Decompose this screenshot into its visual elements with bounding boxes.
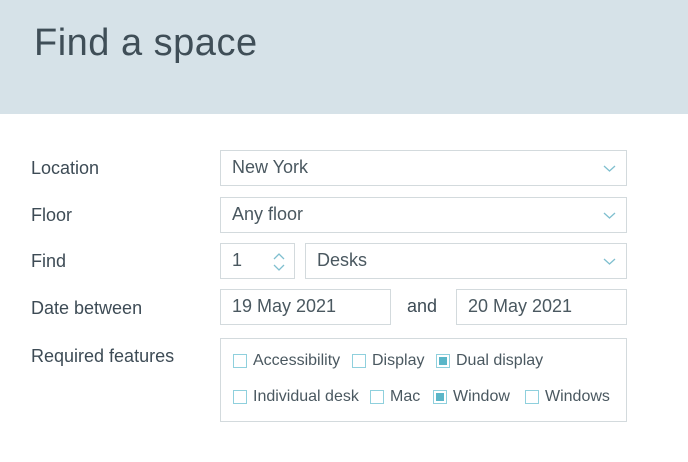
feature-dual-display[interactable]: Dual display — [436, 352, 543, 370]
find-label: Find — [31, 251, 67, 271]
quantity-value: 1 — [232, 250, 243, 270]
checkbox[interactable] — [436, 354, 450, 368]
feature-label: Display — [372, 352, 425, 369]
feature-label: Accessibility — [253, 352, 341, 369]
checkbox[interactable] — [370, 390, 384, 404]
stepper-arrows-icon[interactable] — [273, 250, 285, 274]
location-value: New York — [232, 157, 309, 177]
features-group: Accessibility Display Dual display Indiv… — [220, 338, 627, 422]
floor-select[interactable]: Any floor — [220, 197, 627, 233]
feature-accessibility[interactable]: Accessibility — [233, 352, 340, 370]
checkbox[interactable] — [233, 354, 247, 368]
start-date-value: 19 May 2021 — [232, 296, 337, 316]
feature-mac[interactable]: Mac — [370, 388, 420, 406]
checkbox[interactable] — [525, 390, 539, 404]
chevron-down-icon — [603, 258, 616, 265]
feature-windows[interactable]: Windows — [525, 388, 610, 406]
and-label: and — [407, 296, 438, 316]
chevron-down-icon — [603, 165, 616, 172]
feature-label: Windows — [545, 388, 610, 405]
date-between-label: Date between — [31, 298, 143, 318]
feature-individual-desk[interactable]: Individual desk — [233, 388, 359, 406]
location-select[interactable]: New York — [220, 150, 627, 186]
end-date-field[interactable]: 20 May 2021 — [456, 289, 627, 325]
feature-label: Individual desk — [253, 388, 359, 405]
feature-label: Dual display — [456, 352, 544, 369]
quantity-stepper[interactable]: 1 — [220, 243, 295, 279]
checkbox[interactable] — [433, 390, 447, 404]
floor-label: Floor — [31, 205, 73, 225]
checkbox[interactable] — [233, 390, 247, 404]
feature-label: Mac — [390, 388, 421, 405]
space-type-select[interactable]: Desks — [305, 243, 627, 279]
chevron-down-icon — [603, 212, 616, 219]
start-date-field[interactable]: 19 May 2021 — [220, 289, 391, 325]
required-features-label: Required features — [31, 346, 175, 366]
space-type-value: Desks — [317, 250, 368, 270]
feature-display[interactable]: Display — [352, 352, 424, 370]
location-label: Location — [31, 158, 100, 178]
floor-value: Any floor — [232, 204, 304, 224]
page-header: Find a space — [0, 0, 688, 114]
page-title: Find a space — [34, 22, 258, 64]
feature-label: Window — [453, 388, 510, 405]
end-date-value: 20 May 2021 — [468, 296, 573, 316]
feature-window[interactable]: Window — [433, 388, 510, 406]
checkbox[interactable] — [352, 354, 366, 368]
